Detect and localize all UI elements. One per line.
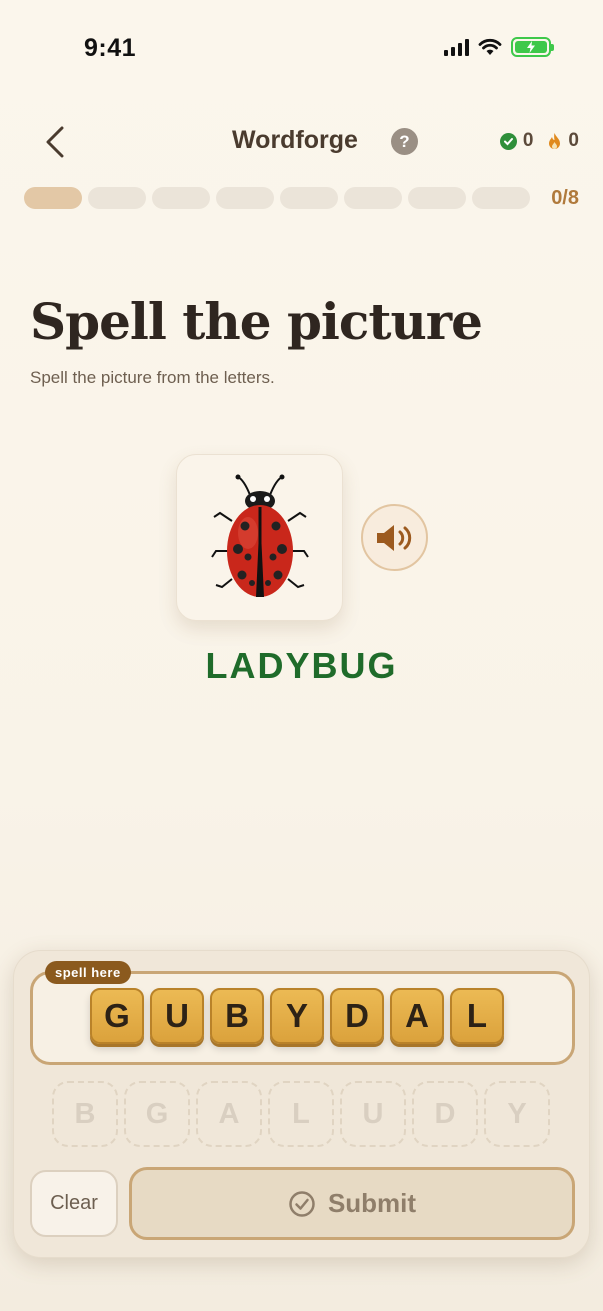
audio-button[interactable] xyxy=(361,504,428,571)
wifi-icon xyxy=(478,38,502,55)
answer-tile[interactable]: D xyxy=(330,988,384,1044)
streak-count: 0 xyxy=(568,130,579,151)
streak-stat: 0 xyxy=(547,130,579,152)
battery-icon xyxy=(511,37,554,57)
progress-segment xyxy=(280,187,338,209)
score-stats: 0 0 xyxy=(499,130,579,152)
progress-segment xyxy=(472,187,530,209)
progress-segment xyxy=(152,187,210,209)
progress-segment xyxy=(24,187,82,209)
letter-slot: U xyxy=(340,1081,406,1147)
letter-slot: L xyxy=(268,1081,334,1147)
clear-button[interactable]: Clear xyxy=(30,1170,118,1237)
answer-tile[interactable]: Y xyxy=(270,988,324,1044)
flame-icon xyxy=(549,132,561,149)
progress-bar xyxy=(24,187,530,209)
answer-tile[interactable]: G xyxy=(90,988,144,1044)
ladybug-icon xyxy=(210,474,309,597)
answer-tile[interactable]: A xyxy=(390,988,444,1044)
letter-slot: B xyxy=(52,1081,118,1147)
prompt-title: Spell the picture xyxy=(30,292,483,351)
answer-panel: spell here G U B Y D A L B G A L U D Y C… xyxy=(13,950,590,1258)
signal-icon xyxy=(444,38,469,56)
check-circle-icon xyxy=(499,132,517,150)
letter-slot: Y xyxy=(484,1081,550,1147)
progress-label: 0/8 xyxy=(551,187,579,209)
submit-label: Submit xyxy=(327,1188,417,1218)
correct-count: 0 xyxy=(522,130,534,151)
submit-button[interactable]: Submit xyxy=(129,1167,575,1240)
check-circle-icon xyxy=(289,1190,315,1217)
letter-pool: B G A L U D Y xyxy=(52,1081,550,1147)
target-word: LADYBUG xyxy=(205,645,398,686)
letter-slot: A xyxy=(196,1081,262,1147)
answer-tile[interactable]: U xyxy=(150,988,204,1044)
answer-tile[interactable]: L xyxy=(450,988,504,1044)
letter-slot: D xyxy=(412,1081,478,1147)
status-time: 9:41 xyxy=(84,34,137,62)
letter-slot: G xyxy=(124,1081,190,1147)
help-button[interactable]: ? xyxy=(391,128,418,155)
answer-tiles: G U B Y D A L xyxy=(90,988,504,1044)
header: Wordforge ? 0 0 xyxy=(0,112,603,172)
picture-card xyxy=(176,454,343,621)
spell-here-badge: spell here xyxy=(45,961,131,984)
correct-stat: 0 xyxy=(499,130,534,152)
status-bar: 9:41 xyxy=(0,0,603,90)
progress-segment xyxy=(216,187,274,209)
speaker-icon xyxy=(376,524,411,551)
prompt-subtitle: Spell the picture from the letters. xyxy=(30,368,275,387)
progress-segment xyxy=(344,187,402,209)
answer-tile[interactable]: B xyxy=(210,988,264,1044)
progress-segment xyxy=(408,187,466,209)
progress-segment xyxy=(88,187,146,209)
status-icons xyxy=(444,37,554,57)
